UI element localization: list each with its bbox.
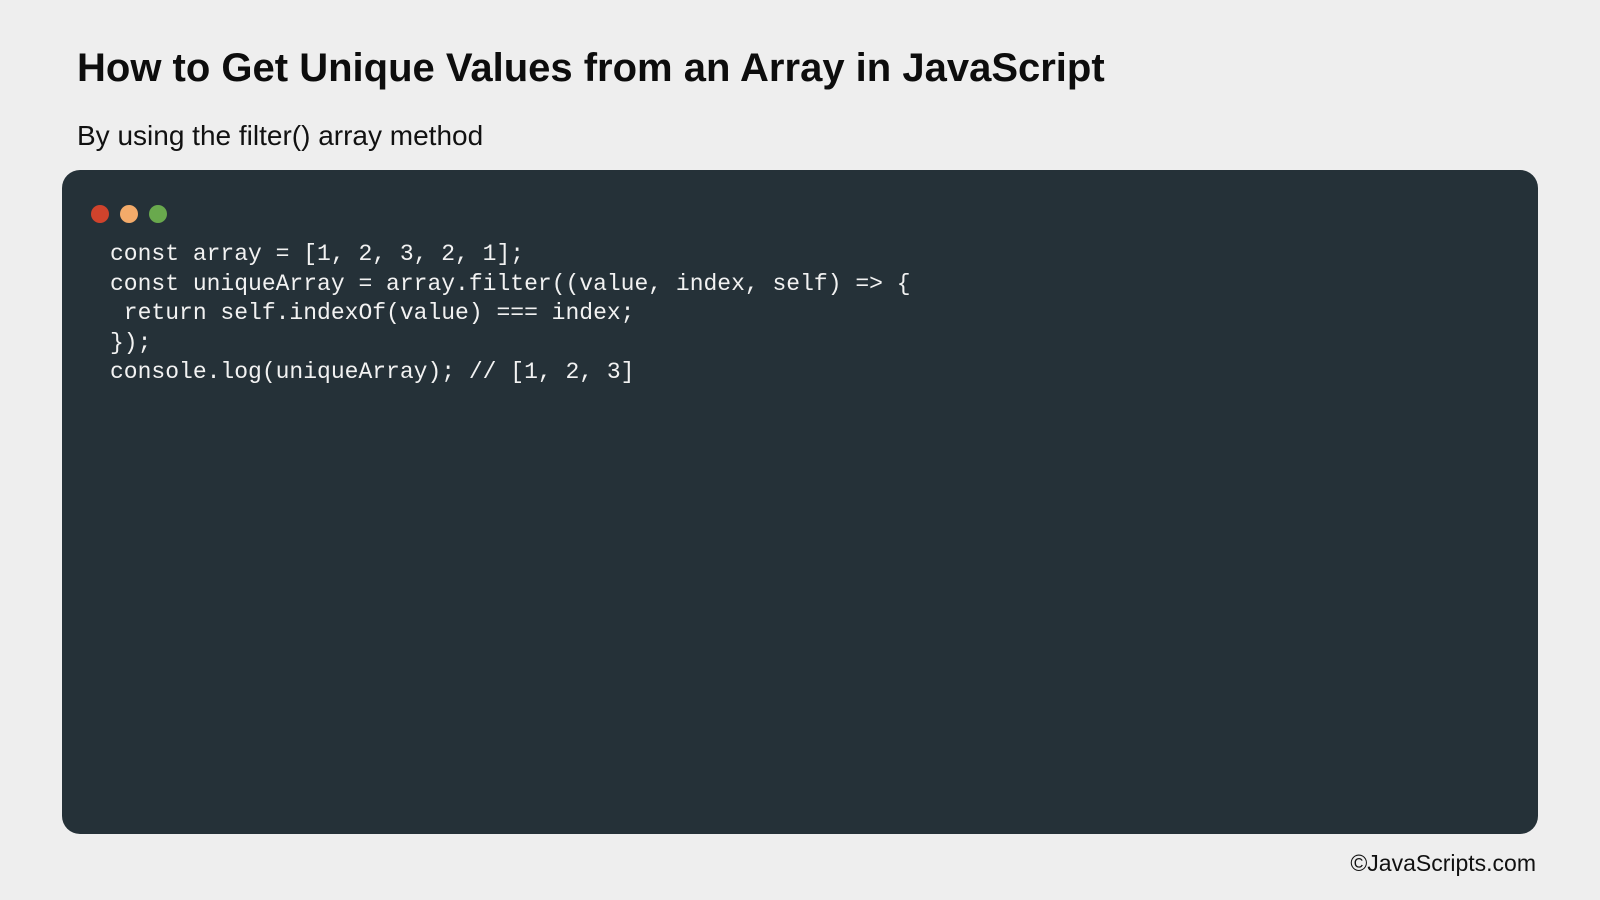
code-line: const uniqueArray = array.filter((value,… [110, 270, 911, 297]
code-window: const array = [1, 2, 3, 2, 1]; const uniq… [62, 170, 1538, 834]
code-block: const array = [1, 2, 3, 2, 1]; const uniq… [110, 240, 911, 388]
code-line: return self.indexOf(value) === index; [110, 300, 635, 326]
code-line: console.log(uniqueArray); // [1, 2, 3] [110, 359, 635, 385]
code-line: }); [110, 329, 152, 356]
window-controls [91, 205, 167, 223]
code-line: const array = [1, 2, 3, 2, 1]; [110, 241, 525, 267]
copyright-text: ©JavaScripts.com [1350, 850, 1536, 876]
page-subtitle: By using the filter() array method [77, 120, 484, 151]
maximize-dot-icon [149, 205, 167, 223]
page-title: How to Get Unique Values from an Array i… [77, 46, 1105, 90]
close-dot-icon [91, 205, 109, 223]
minimize-dot-icon [120, 205, 138, 223]
